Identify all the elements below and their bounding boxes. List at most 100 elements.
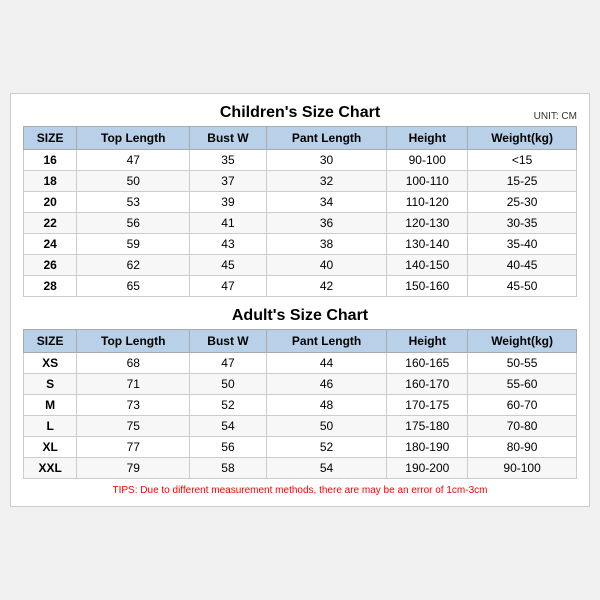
table-row: 24594338130-14035-40 — [24, 234, 577, 255]
table-cell: 35-40 — [468, 234, 577, 255]
tips-text: TIPS: Due to different measurement metho… — [23, 485, 577, 496]
table-cell: 55-60 — [468, 374, 577, 395]
children-header-height: Height — [387, 127, 468, 150]
children-header-top-length: Top Length — [77, 127, 190, 150]
table-cell: 59 — [77, 234, 190, 255]
table-row: XS684744160-16550-55 — [24, 353, 577, 374]
children-header-row: SIZE Top Length Bust W Pant Length Heigh… — [24, 127, 577, 150]
table-cell: 47 — [190, 276, 266, 297]
table-cell: 100-110 — [387, 171, 468, 192]
table-cell: 54 — [266, 458, 387, 479]
children-size-table: SIZE Top Length Bust W Pant Length Heigh… — [23, 126, 577, 297]
table-cell: 60-70 — [468, 395, 577, 416]
children-chart-title: Children's Size Chart — [220, 104, 380, 122]
adults-header-weight: Weight(kg) — [468, 330, 577, 353]
table-cell: 40-45 — [468, 255, 577, 276]
table-cell: 42 — [266, 276, 387, 297]
table-cell: 34 — [266, 192, 387, 213]
table-cell: M — [24, 395, 77, 416]
table-row: 26624540140-15040-45 — [24, 255, 577, 276]
adults-header-height: Height — [387, 330, 468, 353]
table-row: 18503732100-11015-25 — [24, 171, 577, 192]
table-cell: 30 — [266, 150, 387, 171]
table-row: L755450175-18070-80 — [24, 416, 577, 437]
table-cell: <15 — [468, 150, 577, 171]
table-row: 20533934110-12025-30 — [24, 192, 577, 213]
table-row: XXL795854190-20090-100 — [24, 458, 577, 479]
children-header-size: SIZE — [24, 127, 77, 150]
table-cell: 170-175 — [387, 395, 468, 416]
table-cell: 160-170 — [387, 374, 468, 395]
table-cell: 36 — [266, 213, 387, 234]
table-cell: XS — [24, 353, 77, 374]
table-cell: 41 — [190, 213, 266, 234]
table-cell: 50 — [190, 374, 266, 395]
table-cell: 35 — [190, 150, 266, 171]
table-cell: 53 — [77, 192, 190, 213]
adults-header-top-length: Top Length — [77, 330, 190, 353]
children-header-bust-w: Bust W — [190, 127, 266, 150]
table-cell: 30-35 — [468, 213, 577, 234]
table-cell: 47 — [190, 353, 266, 374]
table-cell: 79 — [77, 458, 190, 479]
table-cell: 39 — [190, 192, 266, 213]
table-cell: XXL — [24, 458, 77, 479]
table-cell: 32 — [266, 171, 387, 192]
table-row: 1647353090-100<15 — [24, 150, 577, 171]
adults-header-bust-w: Bust W — [190, 330, 266, 353]
adults-chart-title: Adult's Size Chart — [232, 307, 368, 325]
table-cell: 71 — [77, 374, 190, 395]
table-cell: 50 — [266, 416, 387, 437]
table-cell: S — [24, 374, 77, 395]
table-cell: 26 — [24, 255, 77, 276]
table-cell: 37 — [190, 171, 266, 192]
table-row: S715046160-17055-60 — [24, 374, 577, 395]
table-cell: 160-165 — [387, 353, 468, 374]
table-cell: 90-100 — [468, 458, 577, 479]
table-cell: 20 — [24, 192, 77, 213]
adults-title-row: Adult's Size Chart — [23, 307, 577, 325]
table-cell: 22 — [24, 213, 77, 234]
table-cell: 18 — [24, 171, 77, 192]
table-cell: 56 — [190, 437, 266, 458]
table-cell: 56 — [77, 213, 190, 234]
table-cell: XL — [24, 437, 77, 458]
children-title-row: Children's Size Chart UNIT: CM — [23, 104, 577, 122]
table-cell: 180-190 — [387, 437, 468, 458]
adults-header-row: SIZE Top Length Bust W Pant Length Heigh… — [24, 330, 577, 353]
table-cell: 68 — [77, 353, 190, 374]
table-cell: 150-160 — [387, 276, 468, 297]
adults-header-pant-length: Pant Length — [266, 330, 387, 353]
table-cell: 52 — [190, 395, 266, 416]
table-cell: 54 — [190, 416, 266, 437]
table-cell: 62 — [77, 255, 190, 276]
table-cell: 45-50 — [468, 276, 577, 297]
table-cell: 110-120 — [387, 192, 468, 213]
adults-header-size: SIZE — [24, 330, 77, 353]
table-cell: 16 — [24, 150, 77, 171]
table-cell: 24 — [24, 234, 77, 255]
table-cell: 43 — [190, 234, 266, 255]
table-row: M735248170-17560-70 — [24, 395, 577, 416]
size-chart-container: Children's Size Chart UNIT: CM SIZE Top … — [10, 93, 590, 507]
table-row: 28654742150-16045-50 — [24, 276, 577, 297]
table-cell: 48 — [266, 395, 387, 416]
table-cell: 50-55 — [468, 353, 577, 374]
table-cell: 44 — [266, 353, 387, 374]
table-cell: 75 — [77, 416, 190, 437]
table-cell: 50 — [77, 171, 190, 192]
children-header-weight: Weight(kg) — [468, 127, 577, 150]
table-row: 22564136120-13030-35 — [24, 213, 577, 234]
table-cell: 45 — [190, 255, 266, 276]
table-cell: 38 — [266, 234, 387, 255]
table-cell: 90-100 — [387, 150, 468, 171]
table-cell: 40 — [266, 255, 387, 276]
table-cell: 140-150 — [387, 255, 468, 276]
table-cell: 190-200 — [387, 458, 468, 479]
table-cell: 130-140 — [387, 234, 468, 255]
table-cell: L — [24, 416, 77, 437]
table-cell: 58 — [190, 458, 266, 479]
adults-size-table: SIZE Top Length Bust W Pant Length Heigh… — [23, 329, 577, 479]
table-cell: 77 — [77, 437, 190, 458]
table-cell: 70-80 — [468, 416, 577, 437]
